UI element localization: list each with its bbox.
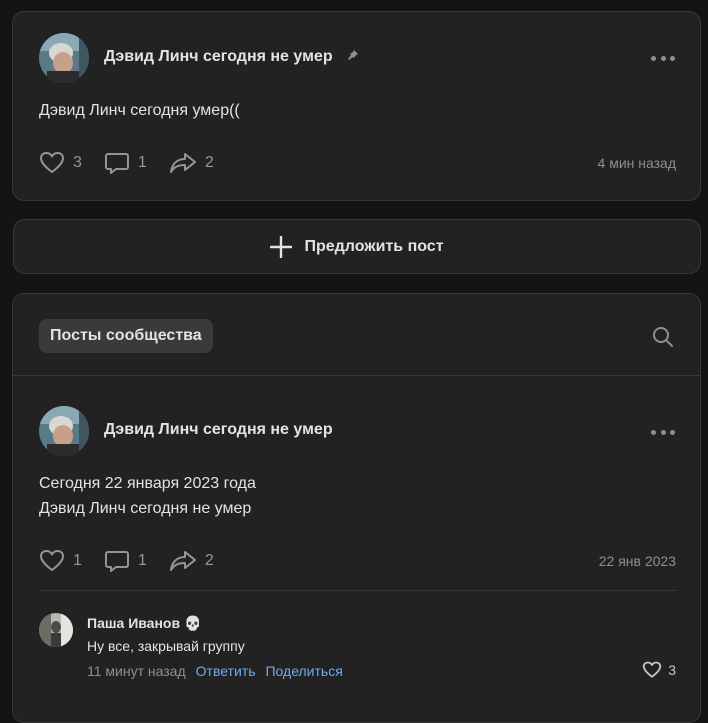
comment-author-text[interactable]: Паша Иванов [87, 615, 180, 631]
comment-timestamp[interactable]: 11 минут назад [87, 663, 186, 679]
post-text-line-1: Сегодня 22 января 2023 года [39, 475, 256, 492]
skull-icon: 💀 [183, 615, 202, 631]
plus-icon [270, 235, 293, 258]
divider [39, 590, 676, 591]
post-actions: 1 1 2 [39, 549, 236, 573]
suggest-post-label: Предложить пост [304, 237, 444, 255]
like-button[interactable]: 3 [39, 151, 82, 175]
divider [13, 375, 700, 376]
more-options-icon[interactable] [651, 422, 675, 442]
share-count: 2 [204, 154, 214, 171]
share-count: 2 [204, 552, 214, 569]
author-name[interactable]: Дэвид Линч сегодня не умер [104, 48, 359, 66]
post-text: Дэвид Линч сегодня умер(( [39, 102, 240, 119]
post-text-line-2: Дэвид Линч сегодня не умер [39, 500, 252, 517]
share-button[interactable]: 2 [169, 549, 214, 573]
community-posts-card: Посты сообщества Дэвид Линч сегодня не у… [12, 293, 701, 723]
post-timestamp[interactable]: 4 мин назад [598, 155, 676, 171]
tab-community-posts[interactable]: Посты сообщества [39, 319, 213, 353]
post-actions: 3 1 2 [39, 151, 236, 175]
comment-icon [104, 551, 129, 572]
comment-meta: 11 минут назад Ответить Поделиться [87, 663, 353, 679]
like-count: 3 [73, 154, 82, 171]
like-button[interactable]: 1 [39, 549, 82, 573]
share-comment-button[interactable]: Поделиться [265, 663, 342, 679]
comment-count: 1 [137, 154, 147, 171]
author-name[interactable]: Дэвид Линч сегодня не умер [104, 421, 333, 439]
reply-button[interactable]: Ответить [196, 663, 256, 679]
author-name-text[interactable]: Дэвид Линч сегодня не умер [104, 48, 333, 65]
post-timestamp[interactable]: 22 янв 2023 [599, 553, 676, 569]
share-icon [169, 551, 196, 571]
heart-icon [40, 550, 64, 571]
comment-icon [104, 153, 129, 174]
heart-icon [40, 152, 64, 173]
share-icon [169, 153, 196, 173]
share-button[interactable]: 2 [169, 151, 214, 175]
comment-like-count: 3 [668, 662, 676, 678]
comment-like-button[interactable]: 3 [642, 661, 676, 679]
search-icon[interactable] [652, 326, 674, 353]
comment-count: 1 [137, 552, 147, 569]
author-avatar[interactable] [39, 406, 89, 456]
pinned-post-card: Дэвид Линч сегодня не умер Дэвид Линч се… [12, 11, 701, 201]
suggest-post-button[interactable]: Предложить пост [13, 219, 701, 274]
pin-icon [347, 48, 359, 66]
comment-author-name[interactable]: Паша Иванов 💀 [87, 615, 201, 632]
comment-text: Ну все, закрывай группу [87, 638, 245, 654]
comment-button[interactable]: 1 [104, 549, 147, 573]
like-count: 1 [73, 552, 82, 569]
more-options-icon[interactable] [651, 48, 675, 68]
comment-author-avatar[interactable] [39, 613, 73, 647]
heart-icon [643, 661, 662, 678]
comment-button[interactable]: 1 [104, 151, 147, 175]
author-avatar[interactable] [39, 33, 89, 83]
